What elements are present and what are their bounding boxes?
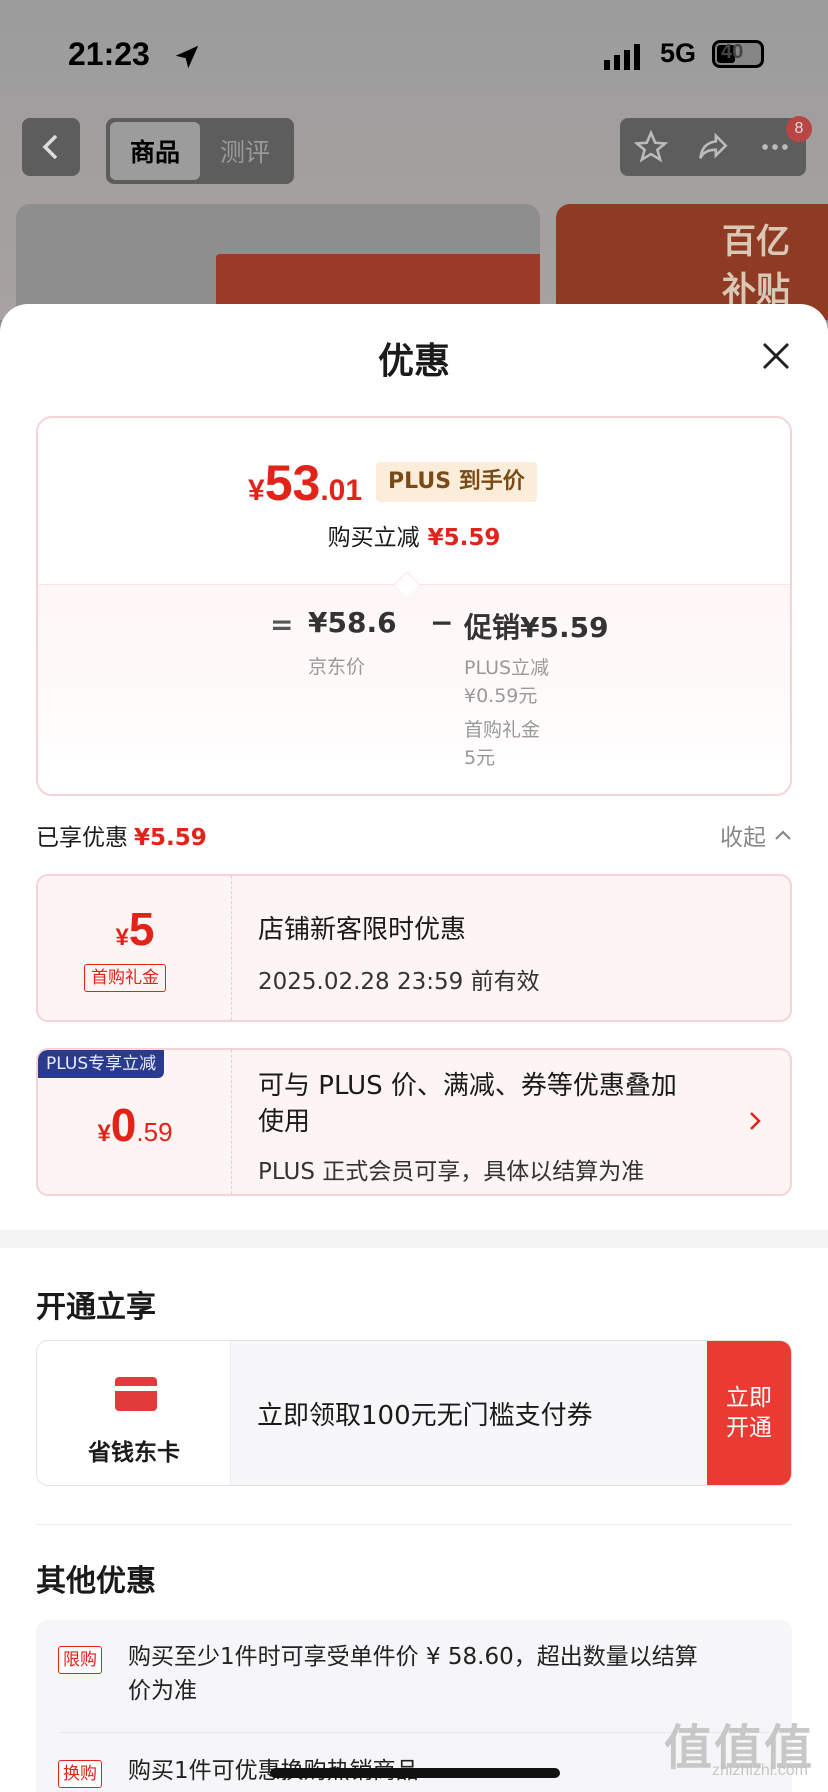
plus-price-tag: PLUS 到手价 — [376, 462, 537, 502]
card-name: 省钱东卡 — [88, 1440, 180, 1466]
signal-icon — [604, 44, 640, 70]
section-divider — [0, 1230, 828, 1248]
exchange-tag: 换购 — [58, 1760, 102, 1788]
equals-sign: = — [270, 608, 294, 641]
card-icon — [115, 1377, 157, 1411]
plus-exclusive-flag: PLUS专享立减 — [38, 1050, 165, 1078]
tab-review[interactable]: 测评 — [200, 122, 290, 180]
tab-switcher: 商品 测评 — [106, 118, 294, 184]
other-section-title: 其他优惠 — [36, 1564, 156, 1599]
collapse-button[interactable]: 收起 — [720, 818, 792, 852]
sheet-title: 优惠 — [377, 341, 450, 382]
limit-tag: 限购 — [58, 1646, 102, 1674]
card-offer-desc: 立即领取100元无门槛支付券 — [257, 1401, 593, 1431]
network-type: 5G — [660, 38, 697, 68]
promo-item: PLUS立减 ¥0.59元 — [464, 657, 550, 707]
coupon-tag: 首购礼金 — [84, 964, 166, 992]
promo-item: 首购礼金 5元 — [464, 719, 541, 769]
coupon-note: PLUS 正式会员可享，具体以结算为准 — [258, 1159, 645, 1185]
star-icon[interactable] — [634, 130, 668, 164]
battery-level: 40 — [721, 41, 744, 63]
watermark-url: zhizhizhi.com — [711, 1762, 808, 1779]
jd-price-label: 京东价 — [308, 656, 366, 678]
close-icon[interactable] — [760, 340, 792, 372]
home-indicator — [270, 1768, 560, 1778]
enjoyed-discount: 已享优惠 ¥5.59 — [36, 825, 207, 851]
final-price: ¥53.01 — [248, 455, 363, 511]
product-image-2: 百亿 补贴 — [556, 204, 828, 320]
coupon-title: 可与 PLUS 价、满减、券等优惠叠加 使用 — [258, 1071, 677, 1137]
status-time: 21:23 — [68, 36, 150, 72]
promo-total: 促销¥5.59 — [464, 611, 609, 644]
subsidy-tag: 百亿 补贴 — [722, 222, 790, 310]
back-button[interactable] — [22, 118, 80, 176]
product-image — [16, 204, 540, 320]
price-summary-card: ¥53.01 PLUS 到手价 购买立减 ¥5.59 = ¥58.6 京东价 − … — [36, 416, 792, 796]
coupon-value: ¥5 — [115, 903, 155, 955]
instant-discount: 购买立减 ¥5.59 — [327, 525, 501, 551]
share-icon[interactable] — [696, 130, 730, 164]
tab-goods[interactable]: 商品 — [110, 122, 200, 180]
nav-actions — [620, 118, 806, 176]
minus-sign: − — [430, 606, 454, 639]
open-section-title: 开通立享 — [36, 1290, 156, 1325]
coupon-value: ¥0.59 — [97, 1099, 173, 1151]
battery-icon: 40 — [712, 40, 764, 68]
discount-sheet: 优惠 ¥53.01 PLUS 到手价 购买立减 ¥5.59 = ¥58.6 京东价… — [0, 304, 828, 1792]
chevron-left-icon — [42, 134, 58, 160]
jd-price: ¥58.6 — [308, 606, 397, 639]
location-arrow-icon — [175, 45, 199, 69]
open-now-button[interactable]: 立即 开通 — [707, 1341, 791, 1485]
background-page: 21:23 5G 40 商品 测评 8 百亿 补贴 — [0, 0, 828, 320]
chevron-up-icon — [775, 830, 791, 840]
coupon-plus-discount[interactable]: PLUS专享立减 ¥0.59 可与 PLUS 价、满减、券等优惠叠加 使用 PL… — [36, 1048, 792, 1196]
divider — [36, 1524, 792, 1525]
coupon-title: 店铺新客限时优惠 — [258, 915, 467, 945]
coupon-new-customer: ¥5 首购礼金 店铺新客限时优惠 2025.02.28 23:59 前有效 — [36, 874, 792, 1022]
notification-badge: 8 — [786, 116, 812, 142]
status-bar: 21:23 5G 40 — [0, 34, 828, 78]
chevron-right-icon — [750, 1112, 761, 1130]
savings-card-offer: 省钱东卡 立即领取100元无门槛支付券 立即 开通 — [36, 1340, 792, 1486]
coupon-expiry: 2025.02.28 23:59 前有效 — [258, 969, 540, 995]
